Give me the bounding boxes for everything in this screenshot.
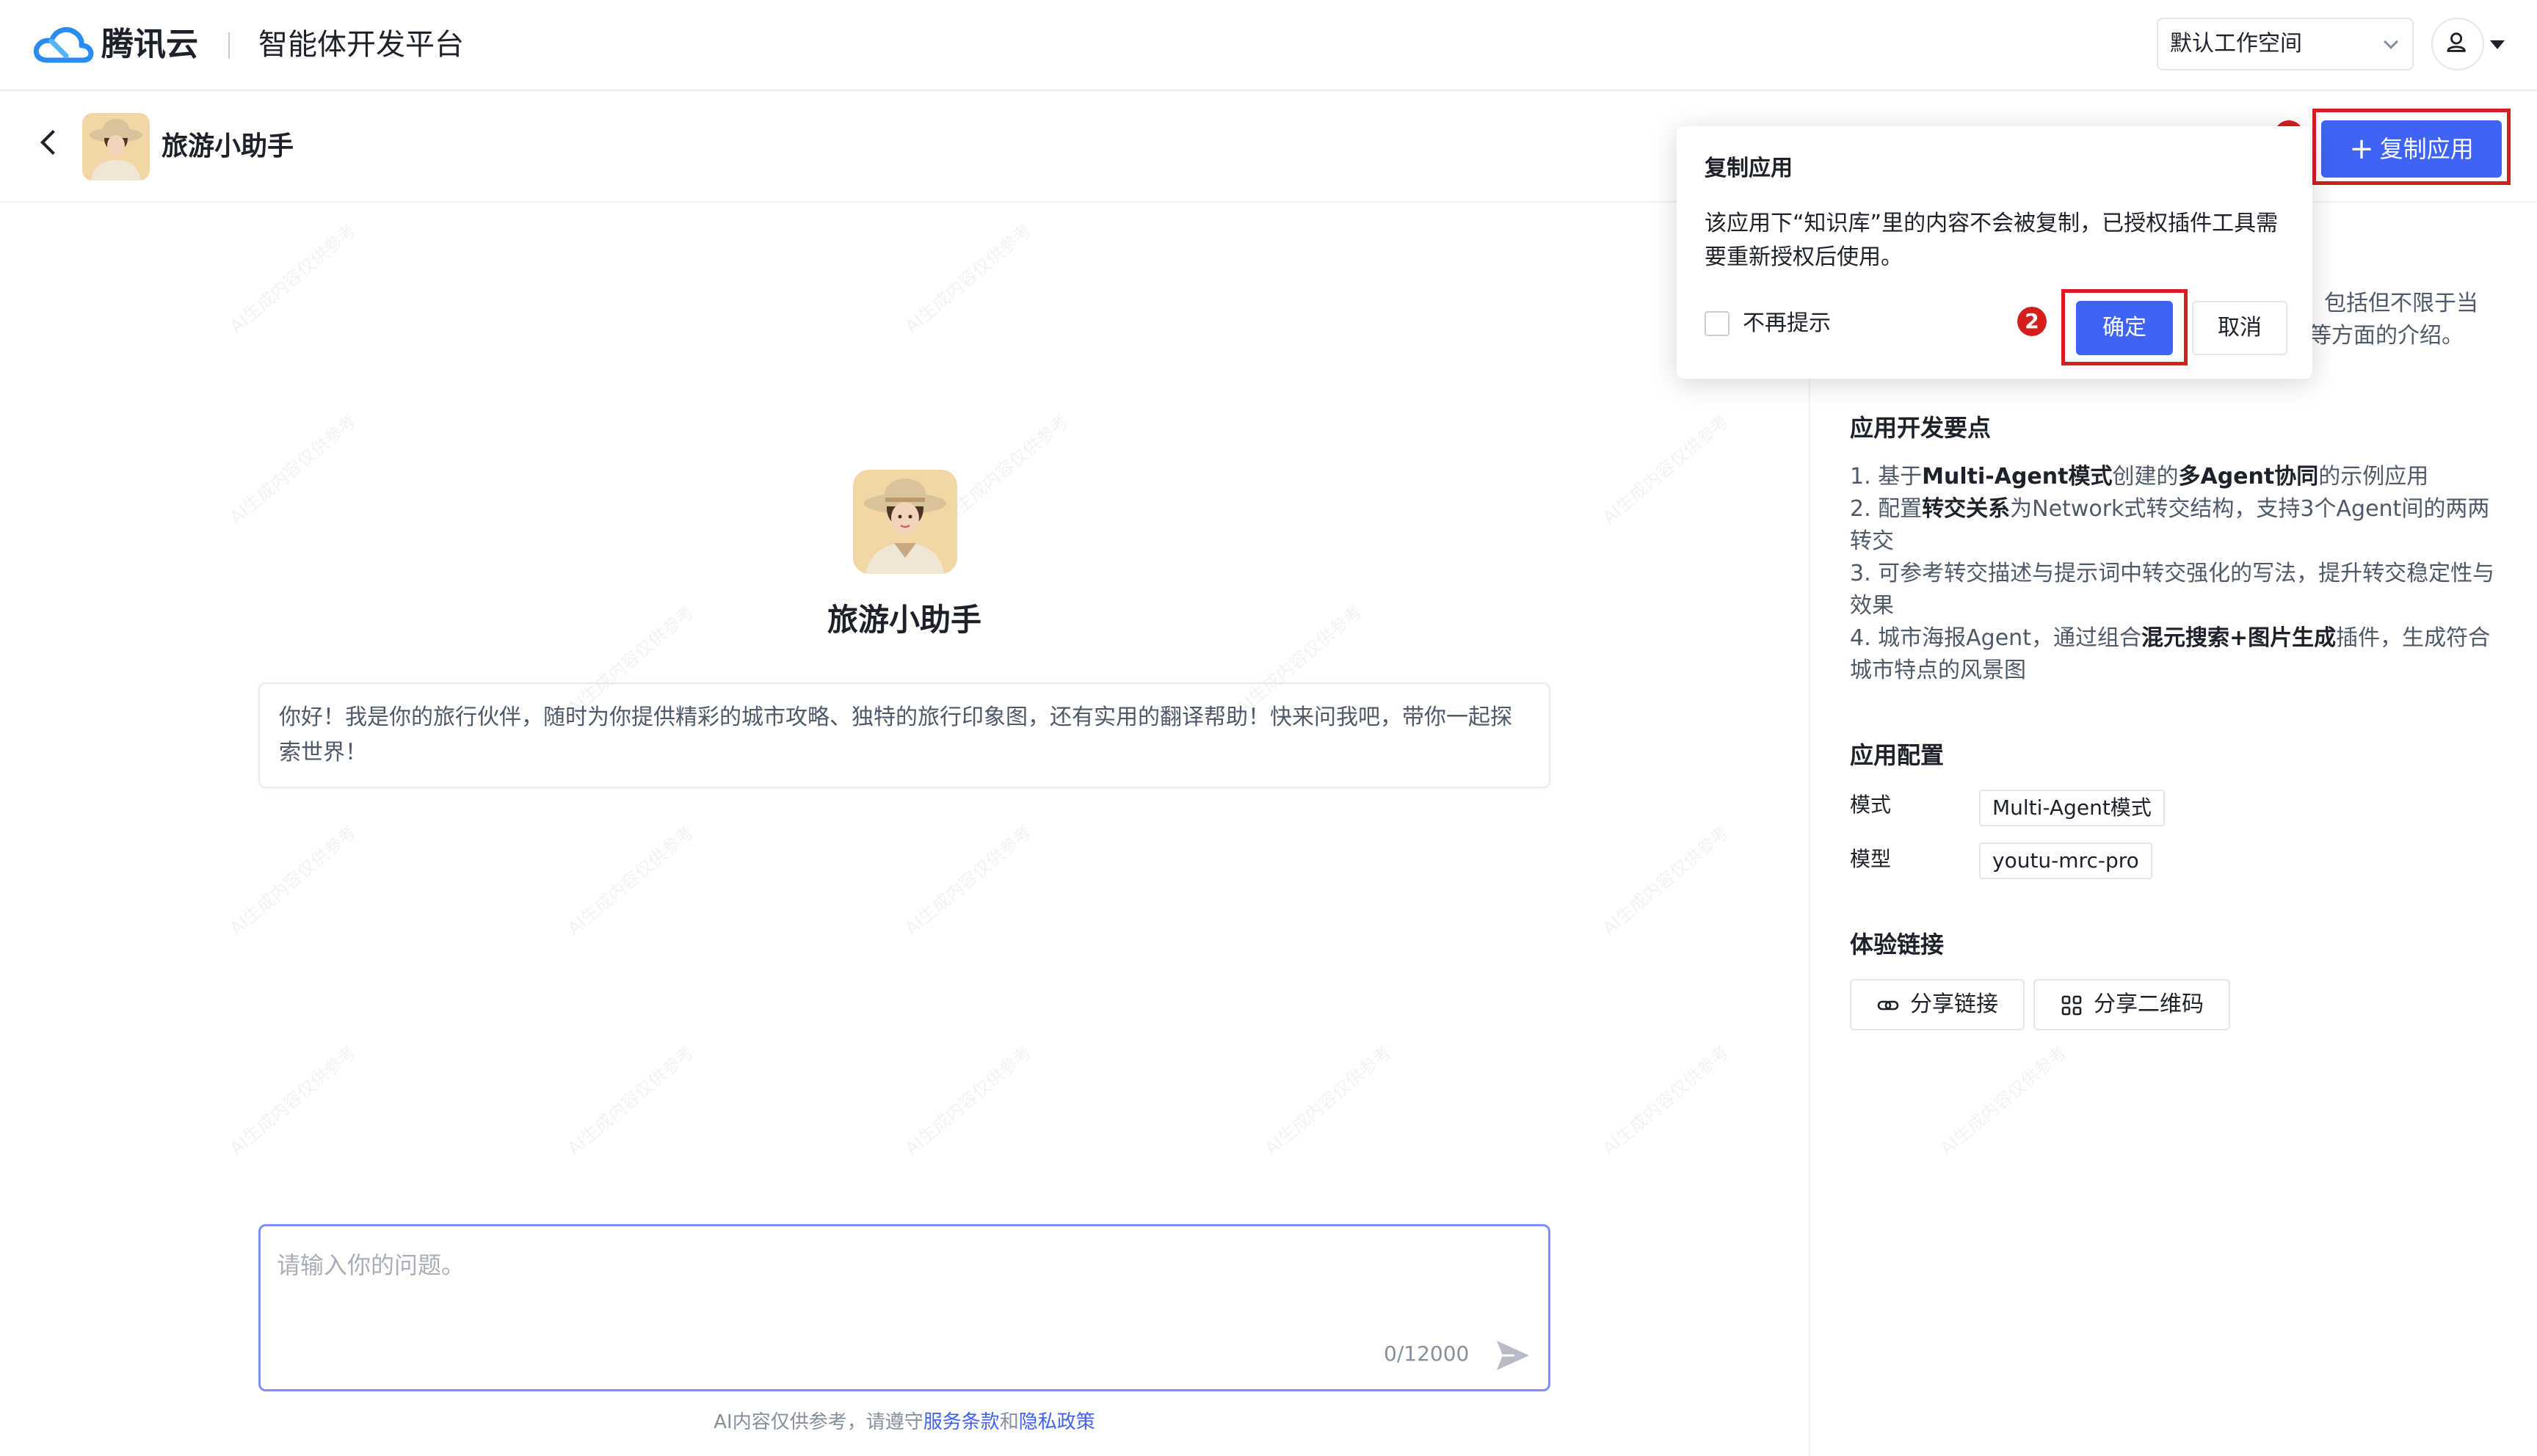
tencent-cloud-logo-icon[interactable] — [32, 22, 94, 68]
dev-point-item: 1. 基于Multi-Agent模式创建的多Agent协同的示例应用 — [1850, 464, 2429, 489]
mode-label: 模式 — [1850, 793, 1892, 817]
privacy-policy-link[interactable]: 隐私政策 — [1019, 1411, 1095, 1433]
greeting-message: 你好！我是你的旅行伙伴，随时为你提供精彩的城市攻略、独特的旅行印象图，还有实用的… — [258, 682, 1550, 788]
watermark: AI生成内容仅供参考 — [1936, 1041, 2071, 1160]
app-avatar — [82, 113, 150, 181]
platform-title: 智能体开发平台 — [258, 28, 464, 62]
chevron-down-icon — [2384, 34, 2398, 49]
popover-title: 复制应用 — [1705, 156, 1793, 181]
chat-assistant-name: 旅游小助手 — [827, 602, 981, 638]
disclaimer-text: AI内容仅供参考，请遵守 — [714, 1411, 923, 1433]
link-icon — [1877, 1000, 1899, 1011]
user-icon — [2447, 32, 2466, 52]
plus-icon: + — [2349, 132, 2374, 166]
model-value-tag: youtu-mrc-pro — [1979, 842, 2152, 879]
mode-value-tag: Multi-Agent模式 — [1979, 790, 2165, 826]
user-menu-caret-icon[interactable] — [2490, 40, 2505, 49]
brand-divider — [228, 32, 230, 59]
copy-app-button-label: 复制应用 — [2379, 135, 2474, 163]
share-link-label: 分享链接 — [1910, 991, 1998, 1017]
question-input[interactable] — [277, 1247, 1525, 1335]
dev-points-heading: 应用开发要点 — [1850, 414, 1992, 442]
user-avatar-button[interactable] — [2431, 18, 2484, 70]
dev-point-item: 4. 城市海报Agent，通过组合混元搜索+图片生成插件，生成符合城市特点的风景… — [1850, 625, 2491, 683]
assistant-avatar — [853, 470, 957, 574]
copy-app-confirm-popover: 复制应用 该应用下“知识库”里的内容不会被复制，已授权插件工具需要重新授权后使用… — [1677, 126, 2312, 379]
terms-of-service-link[interactable]: 服务条款 — [923, 1411, 1000, 1433]
chat-input-box[interactable]: 0/12000 — [258, 1224, 1550, 1391]
workspace-select-value: 默认工作空间 — [2170, 31, 2302, 57]
copy-app-button[interactable]: + 复制应用 — [2321, 120, 2502, 178]
app-config-heading: 应用配置 — [1850, 741, 1945, 769]
dev-points-list: 1. 基于Multi-Agent模式创建的多Agent协同的示例应用 2. 配置… — [1850, 461, 2496, 687]
panel-divider — [1809, 204, 1810, 1456]
qrcode-icon — [2061, 995, 2082, 1016]
back-arrow-icon[interactable] — [40, 130, 65, 155]
dev-point-item: 2. 配置转交关系为Network式转交结构，支持3个Agent间的两两转交 — [1850, 496, 2490, 554]
workspace-select[interactable]: 默认工作空间 — [2157, 18, 2414, 70]
share-qrcode-label: 分享二维码 — [2094, 991, 2204, 1017]
step-marker-2: 2 — [2017, 307, 2047, 336]
cancel-button[interactable]: 取消 — [2192, 301, 2287, 355]
dont-show-again-checkbox[interactable] — [1705, 311, 1730, 336]
confirm-button[interactable]: 确定 — [2076, 301, 2173, 355]
dev-point-item: 3. 可参考转交描述与提示词中转交强化的写法，提升转交稳定性与效果 — [1850, 561, 2495, 619]
experience-links-heading: 体验链接 — [1850, 931, 1945, 958]
model-label: 模型 — [1850, 847, 1892, 871]
app-title: 旅游小助手 — [161, 131, 294, 161]
disclaimer-and: 和 — [999, 1411, 1019, 1433]
dont-show-again-label[interactable]: 不再提示 — [1743, 305, 1831, 342]
send-icon[interactable] — [1492, 1335, 1534, 1376]
brand-name[interactable]: 腾讯云 — [101, 22, 198, 68]
popover-message: 该应用下“知识库”里的内容不会被复制，已授权插件工具需要重新授权后使用。 — [1705, 211, 2279, 270]
character-counter: 0/12000 — [1384, 1342, 1470, 1366]
ai-disclaimer: AI内容仅供参考，请遵守服务条款和隐私政策 — [0, 1406, 1809, 1438]
share-link-button[interactable]: 分享链接 — [1850, 979, 2025, 1030]
top-navigation-bar: 腾讯云 智能体开发平台 默认工作空间 — [0, 0, 2537, 91]
share-qrcode-button[interactable]: 分享二维码 — [2033, 979, 2230, 1030]
